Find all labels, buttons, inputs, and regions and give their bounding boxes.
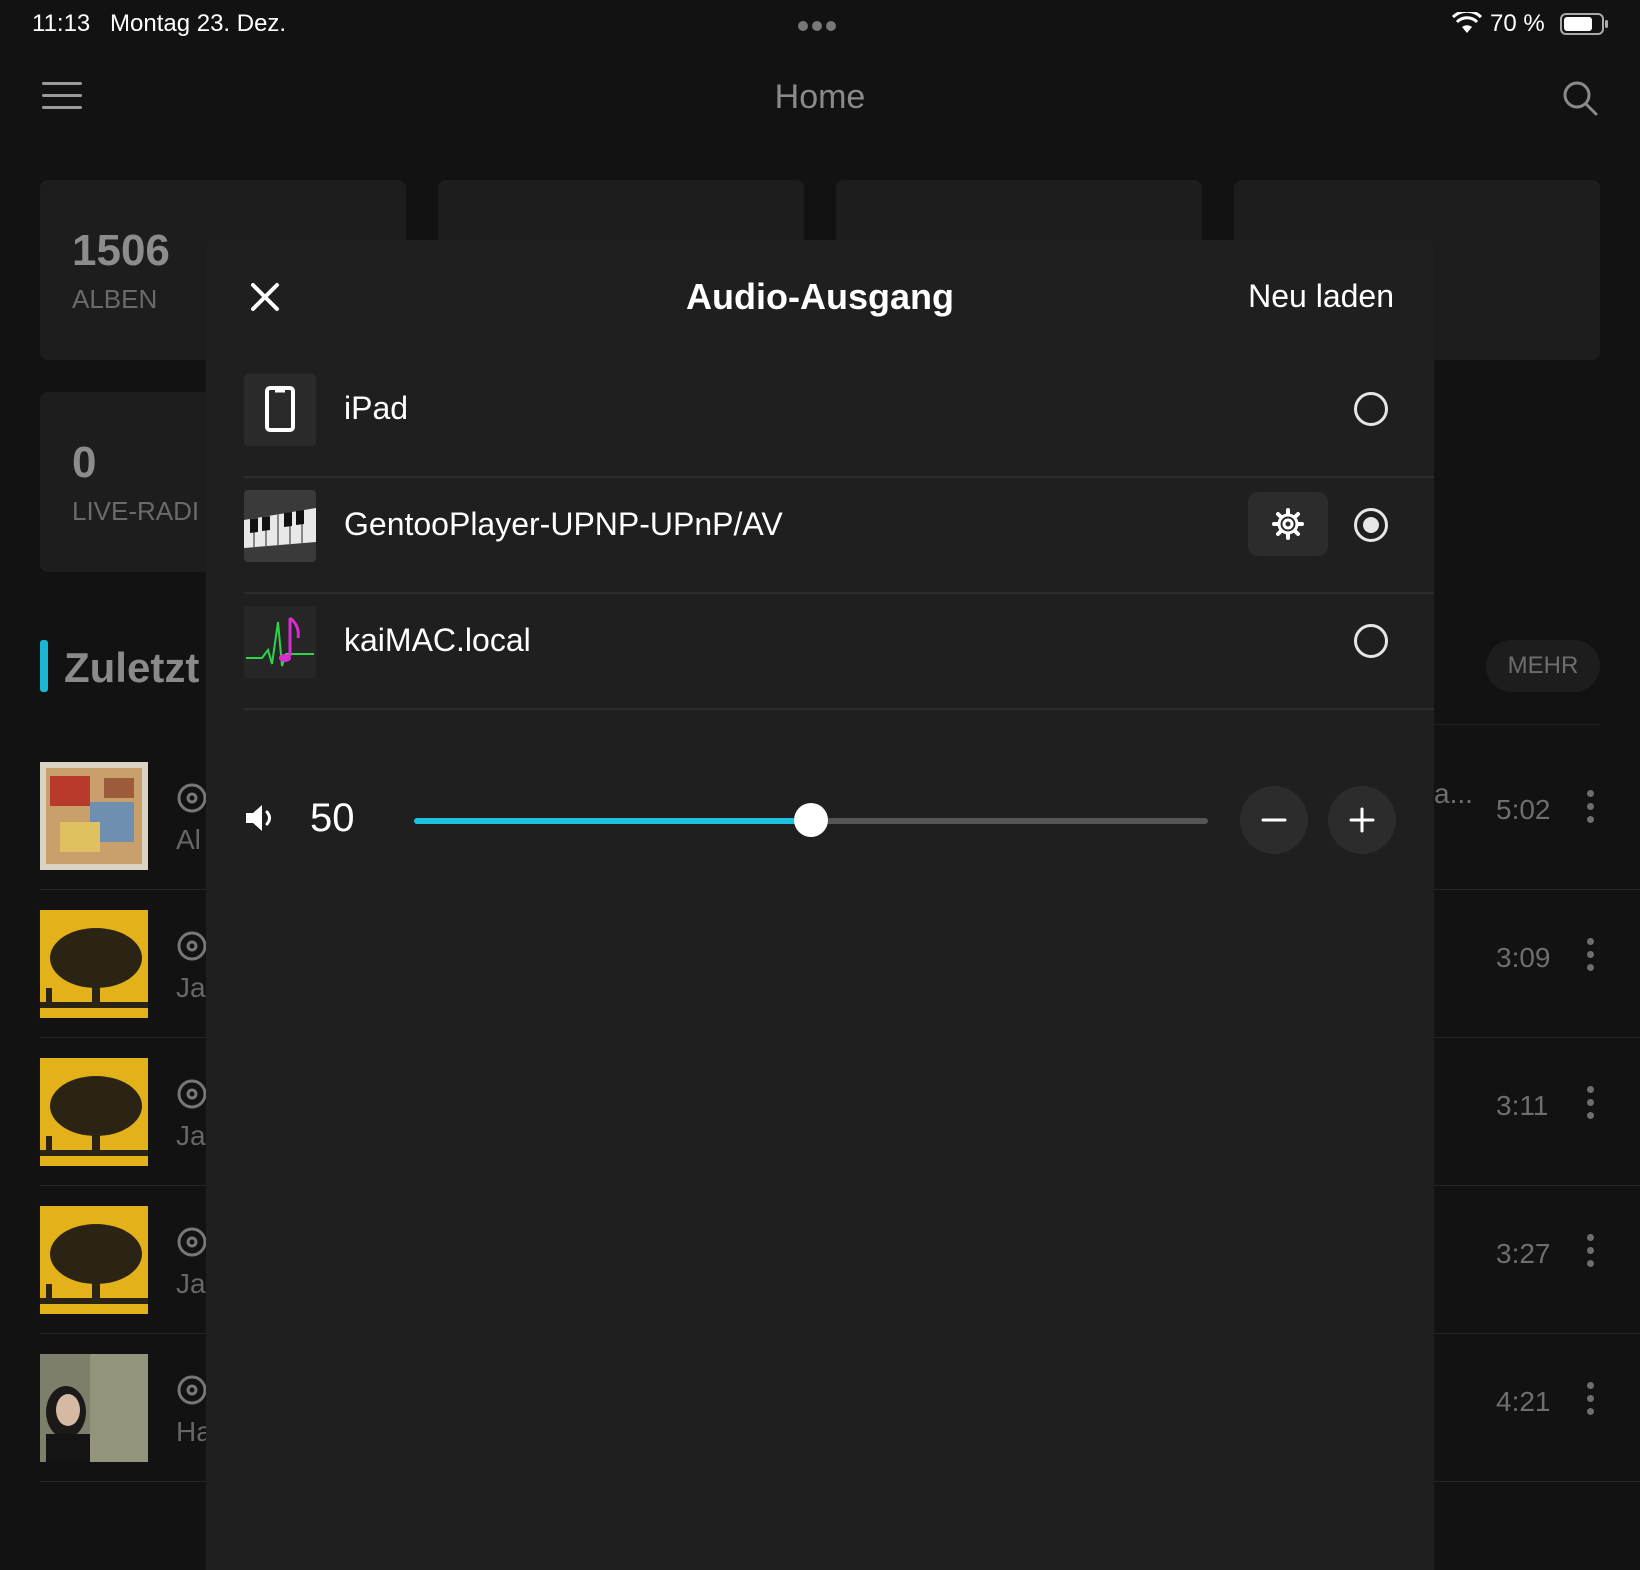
plus-icon <box>1349 807 1375 833</box>
status-date: Montag 23. Dez. <box>110 10 287 37</box>
album-art <box>40 1058 148 1166</box>
device-radio-selected[interactable] <box>1354 508 1388 542</box>
minus-icon <box>1261 818 1287 822</box>
gear-icon <box>1272 508 1304 540</box>
more-vertical-icon[interactable] <box>1584 790 1596 826</box>
device-radio[interactable] <box>1354 392 1388 426</box>
disc-icon <box>177 1375 207 1405</box>
piano-keys-icon <box>244 490 316 562</box>
more-vertical-icon[interactable] <box>1584 938 1596 974</box>
more-vertical-icon[interactable] <box>1584 1234 1596 1270</box>
track-duration: 4:21 <box>1496 1386 1551 1417</box>
section-title: Zuletzt <box>64 644 200 691</box>
volume-slider-thumb[interactable] <box>794 803 828 837</box>
volume-slider[interactable] <box>414 803 1208 837</box>
device-name: GentooPlayer-UPNP-UPnP/AV <box>344 506 783 542</box>
page-title: Home <box>774 78 866 116</box>
volume-slider-fill <box>414 818 811 824</box>
disc-icon <box>177 931 207 961</box>
album-art <box>40 910 148 1018</box>
wifi-icon <box>1452 12 1482 33</box>
device-name: iPad <box>344 390 409 426</box>
divider <box>244 708 1434 710</box>
multitasking-dots-icon[interactable] <box>798 18 842 31</box>
volume-up-button[interactable] <box>1328 786 1396 854</box>
device-name: kaiMAC.local <box>344 622 531 658</box>
divider <box>1434 724 1600 725</box>
section-accent-bar <box>40 640 48 692</box>
status-bar: 11:13 Montag 23. Dez. 70 % <box>0 0 1640 48</box>
disc-icon <box>177 1079 207 1109</box>
track-duration: 3:27 <box>1496 1238 1551 1269</box>
track-duration: 3:09 <box>1496 942 1551 973</box>
device-row-ipad[interactable]: iPad <box>244 362 1434 478</box>
music-heartbeat-icon <box>244 606 316 678</box>
audio-output-dialog: Audio-Ausgang Neu laden iPad GentooPlaye… <box>206 240 1434 1570</box>
more-vertical-icon[interactable] <box>1584 1086 1596 1122</box>
battery-percentage: 70 % <box>1490 10 1545 37</box>
disc-icon <box>177 1227 207 1257</box>
search-icon[interactable] <box>1560 78 1600 118</box>
volume-value: 50 <box>310 796 355 840</box>
album-art <box>40 1354 148 1462</box>
reload-button[interactable]: Neu laden <box>1248 278 1394 315</box>
track-duration: 5:02 <box>1496 794 1551 825</box>
more-button[interactable]: MEHR <box>1486 640 1600 692</box>
volume-down-button[interactable] <box>1240 786 1308 854</box>
battery-icon <box>1560 13 1608 35</box>
device-row-kaimac[interactable]: kaiMAC.local <box>244 594 1434 710</box>
stat-label: LIVE-RADI <box>72 496 200 526</box>
status-time: 11:13 <box>32 10 91 37</box>
device-settings-button[interactable] <box>1248 492 1328 556</box>
stat-value: 1506 <box>72 226 170 275</box>
track-duration: 3:11 <box>1496 1090 1549 1121</box>
tablet-icon <box>244 374 316 446</box>
stat-label: ALBEN <box>72 284 158 314</box>
album-art <box>40 1206 148 1314</box>
stat-value: 0 <box>72 438 97 487</box>
disc-icon <box>177 783 207 813</box>
device-radio[interactable] <box>1354 624 1388 658</box>
album-art <box>40 762 148 870</box>
device-row-gentooplayer[interactable]: GentooPlayer-UPNP-UPnP/AV <box>244 478 1434 594</box>
speaker-icon <box>246 805 271 831</box>
more-vertical-icon[interactable] <box>1584 1382 1596 1418</box>
